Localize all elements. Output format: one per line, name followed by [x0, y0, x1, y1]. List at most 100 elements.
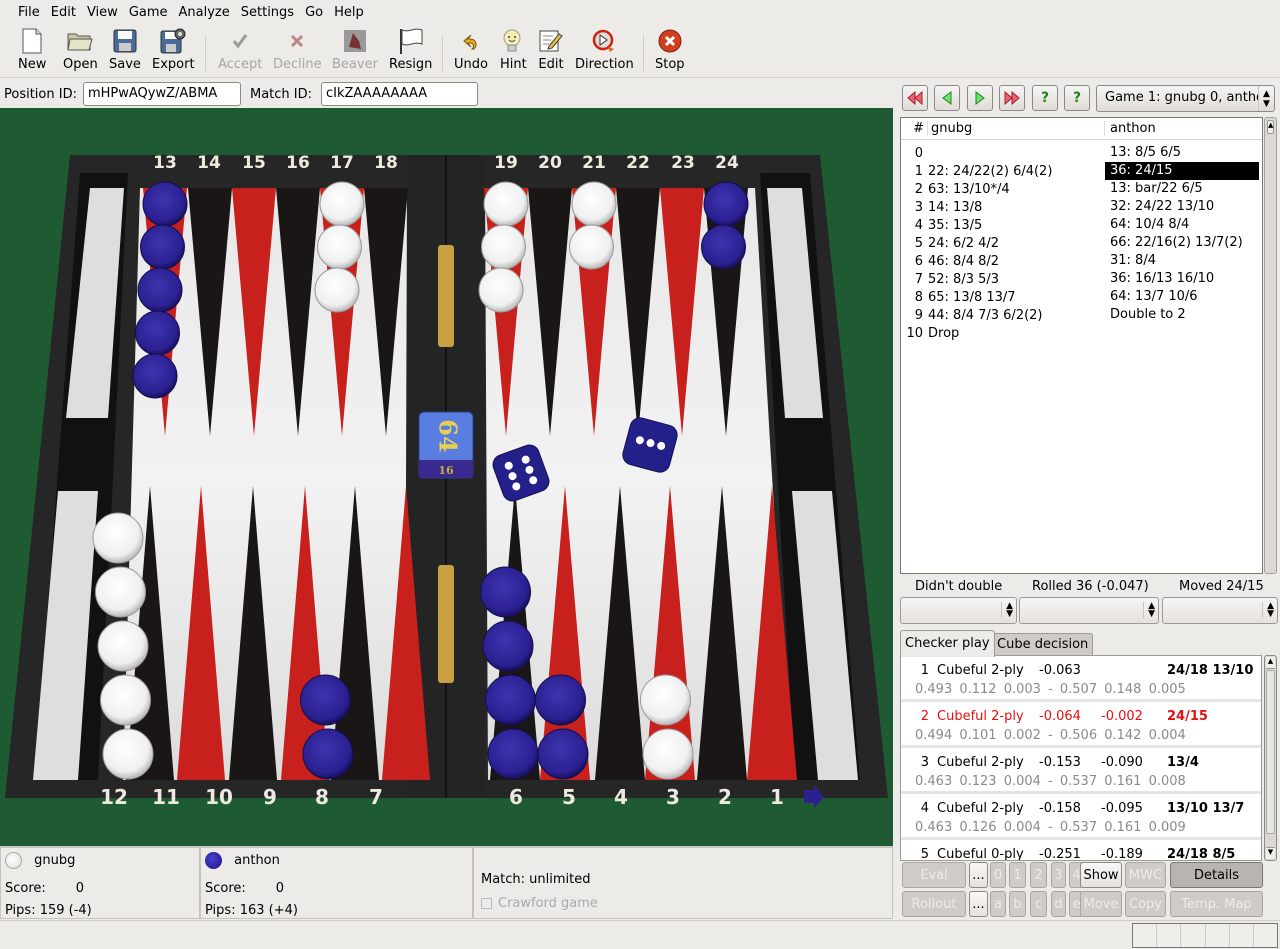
previous-move-button[interactable] [934, 85, 960, 111]
menu-view[interactable]: View [87, 5, 118, 20]
scroll-down-icon[interactable]: ▼ [1266, 847, 1275, 859]
anthon-move[interactable]: 13: bar/22 6/5 [1105, 180, 1259, 198]
open-button[interactable]: Open [63, 28, 98, 76]
blue-checker[interactable] [300, 674, 351, 726]
analysis-row[interactable]: 5 Cubeful 0-ply -0.251 -0.189 24/18 8/5 [901, 840, 1261, 860]
undo-button[interactable]: Undo [454, 28, 488, 76]
anthon-move[interactable] [1105, 324, 1259, 342]
decline-button[interactable]: Decline [273, 28, 322, 76]
blue-checker[interactable] [485, 674, 536, 726]
white-checker[interactable] [640, 674, 691, 726]
blue-checker[interactable] [140, 224, 185, 270]
previous-marked-button[interactable]: ? [1032, 85, 1058, 111]
--button[interactable]: ... [969, 891, 988, 917]
blue-checker[interactable] [142, 181, 188, 227]
column-header-anthon[interactable]: anthon [1105, 121, 1156, 136]
blue-checker[interactable] [135, 310, 180, 356]
save-button[interactable]: Save [109, 28, 141, 76]
blue-checker[interactable] [137, 267, 183, 313]
move-list-scrollbar[interactable]: ▲ [1264, 117, 1277, 574]
game-select[interactable]: Game 1: gnubg 0, anthon ▲ ▼ [1096, 85, 1275, 112]
gnubg-move[interactable]: 63: 13/10*/4 [928, 182, 1105, 197]
menu-analyze[interactable]: Analyze [179, 5, 230, 20]
doubling-cube[interactable]: 64 16 [418, 411, 474, 479]
accept-button[interactable]: Accept [218, 28, 262, 76]
first-game-button[interactable] [902, 85, 928, 111]
tab-checker-play[interactable]: Checker play [900, 630, 995, 657]
move-list-row[interactable]: 2 63: 13/10*/4 13: bar/22 6/5 [901, 180, 1262, 198]
white-checker[interactable] [571, 181, 617, 227]
blue-checker[interactable] [480, 566, 531, 618]
move-list-row[interactable]: 8 65: 13/8 13/7 64: 13/7 10/6 [901, 288, 1262, 306]
menu-file[interactable]: File [18, 5, 40, 20]
c-button[interactable]: c [1030, 891, 1047, 917]
hint-button[interactable]: Hint [500, 28, 527, 76]
b-button[interactable]: b [1009, 891, 1026, 917]
new-button[interactable]: New [18, 28, 46, 76]
menu-game[interactable]: Game [129, 5, 168, 20]
1-button[interactable]: 1 [1009, 862, 1026, 888]
analysis-scrollbar[interactable]: ▲ ▼ [1264, 655, 1277, 861]
analysis-row[interactable]: 2 Cubeful 2-ply -0.064 -0.002 24/15 0.494 0.1… [901, 702, 1261, 748]
cube-annotation-select[interactable]: ▲ ▼ [900, 597, 1017, 624]
scroll-thumb[interactable] [1266, 670, 1275, 834]
3-button[interactable]: 3 [1051, 862, 1066, 888]
menu-edit[interactable]: Edit [51, 5, 76, 20]
temp-map-button[interactable]: Temp. Map [1170, 891, 1263, 917]
move-list-row[interactable]: 5 24: 6/2 4/2 66: 22/16(2) 13/7(2) [901, 234, 1262, 252]
mwc-button[interactable]: MWC [1125, 862, 1166, 888]
scroll-up-icon[interactable]: ▲ [1267, 120, 1274, 134]
column-header-number[interactable]: # [901, 121, 928, 136]
anthon-move[interactable]: 64: 10/4 8/4 [1105, 216, 1259, 234]
blue-checker[interactable] [487, 728, 539, 780]
anthon-move[interactable]: Double to 2 [1105, 306, 1259, 324]
anthon-move[interactable]: 66: 22/16(2) 13/7(2) [1105, 234, 1259, 252]
tab-cube-decision[interactable]: Cube decision [992, 633, 1094, 655]
analysis-row[interactable]: 3 Cubeful 2-ply -0.153 -0.090 13/4 0.463 0.12… [901, 748, 1261, 794]
gnubg-move[interactable]: 65: 13/8 13/7 [928, 290, 1105, 305]
board-canvas[interactable]: 13 14 15 16 17 18 19 20 21 22 23 2412 11 10 9 8 7 6 5 4 3 2 1 … [0, 108, 893, 846]
white-checker[interactable] [642, 728, 694, 780]
anthon-move[interactable]: 64: 13/7 10/6 [1105, 288, 1259, 306]
backgammon-board[interactable]: 13 14 15 16 17 18 19 20 21 22 23 24 12 11 10 9 8 7 6 5 4 3 2 1 … [0, 108, 893, 846]
beaver-button[interactable]: Beaver [332, 28, 378, 76]
white-checker[interactable] [483, 181, 529, 227]
0-button[interactable]: 0 [990, 862, 1006, 888]
roll-annotation-select[interactable]: ▲ ▼ [1019, 597, 1159, 624]
scroll-up-icon[interactable]: ▲ [1266, 657, 1275, 669]
white-checker[interactable] [102, 728, 154, 780]
move-button[interactable]: Move [1080, 891, 1122, 917]
move-list[interactable]: # gnubg anthon 0 13: 8/5 6/5 1 22: 24/22(2)… [900, 117, 1263, 574]
export-button[interactable]: Export [152, 28, 195, 76]
anthon-move[interactable]: 36: 16/13 16/10 [1105, 270, 1259, 288]
crawford-checkbox[interactable]: Crawford game [481, 896, 598, 911]
gnubg-move[interactable]: 44: 8/4 7/3 6/2(2) [928, 308, 1105, 323]
white-checker[interactable] [569, 224, 614, 270]
anthon-move[interactable]: 31: 8/4 [1105, 252, 1259, 270]
white-checker[interactable] [92, 512, 144, 564]
menu-settings[interactable]: Settings [241, 5, 294, 20]
direction-button[interactable]: Direction [575, 28, 634, 76]
gnubg-move[interactable]: 22: 24/22(2) 6/4(2) [928, 164, 1105, 179]
white-checker[interactable] [95, 566, 146, 618]
stop-button[interactable]: Stop [655, 28, 685, 76]
gnubg-move[interactable]: 46: 8/4 8/2 [928, 254, 1105, 269]
copy-button[interactable]: Copy [1125, 891, 1166, 917]
position-id-field[interactable]: mHPwAQywZ/ABMA [82, 82, 241, 106]
match-id-field[interactable]: cIkZAAAAAAAA [321, 82, 479, 106]
d-button[interactable]: d [1051, 891, 1066, 917]
analysis-row[interactable]: 4 Cubeful 2-ply -0.158 -0.095 13/10 13/7 0.46… [901, 794, 1261, 840]
resign-button[interactable]: Resign [389, 28, 432, 76]
next-move-button[interactable] [967, 85, 993, 111]
column-header-gnubg[interactable]: gnubg [928, 121, 1105, 136]
next-marked-button[interactable]: ? [1064, 85, 1090, 111]
blue-checker[interactable] [482, 620, 534, 672]
white-checker[interactable] [478, 267, 524, 313]
checkbox-icon[interactable] [481, 898, 492, 909]
white-checker[interactable] [317, 224, 362, 270]
blue-checker[interactable] [703, 181, 749, 227]
analysis-row[interactable]: 1 Cubeful 2-ply -0.063 24/18 13/10 0.493 0.1… [901, 656, 1261, 702]
anthon-move[interactable]: 36: 24/15 [1105, 162, 1259, 180]
white-checker[interactable] [314, 267, 360, 313]
edit-button[interactable]: Edit [538, 28, 564, 76]
